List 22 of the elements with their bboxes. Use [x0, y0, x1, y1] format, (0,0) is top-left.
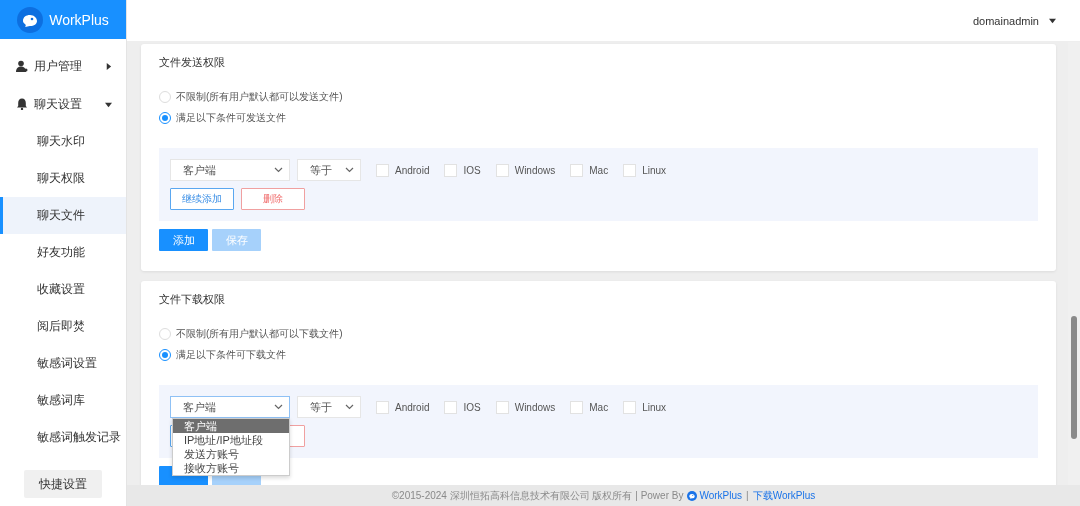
section-title: 文件发送权限: [159, 55, 226, 70]
checkbox-label: Android: [395, 401, 430, 413]
copyright-text: ©2015-2024 深圳恒拓高科信息技术有限公司 版权所有 | Power By: [391, 488, 684, 503]
radio-label: 不限制(所有用户默认都可以发送文件): [176, 89, 343, 104]
radio-label: 满足以下条件可发送文件: [176, 110, 286, 125]
separator-text: |: [746, 490, 749, 501]
checkbox-label: Linux: [642, 401, 667, 413]
section-title: 文件下载权限: [159, 292, 226, 307]
footer-brand: WorkPlus: [687, 490, 743, 501]
checkbox-label: Windows: [514, 164, 556, 176]
menu-label: 聊天设置: [34, 95, 83, 113]
checkbox-label: Linux: [642, 164, 667, 176]
brand-name: WorkPlus: [49, 11, 109, 28]
checkbox-label: Mac: [589, 164, 609, 176]
radio-label: 满足以下条件可下载文件: [176, 347, 286, 362]
checkbox-label: Mac: [589, 401, 609, 413]
radio-label: 不限制(所有用户默认都可以下载文件): [176, 326, 343, 341]
checkbox-label: IOS: [463, 164, 481, 176]
menu-label: 用户管理: [34, 57, 83, 75]
checkbox-label: Android: [395, 164, 430, 176]
checkbox-label: IOS: [463, 401, 481, 413]
checkbox-label: Windows: [514, 401, 556, 413]
